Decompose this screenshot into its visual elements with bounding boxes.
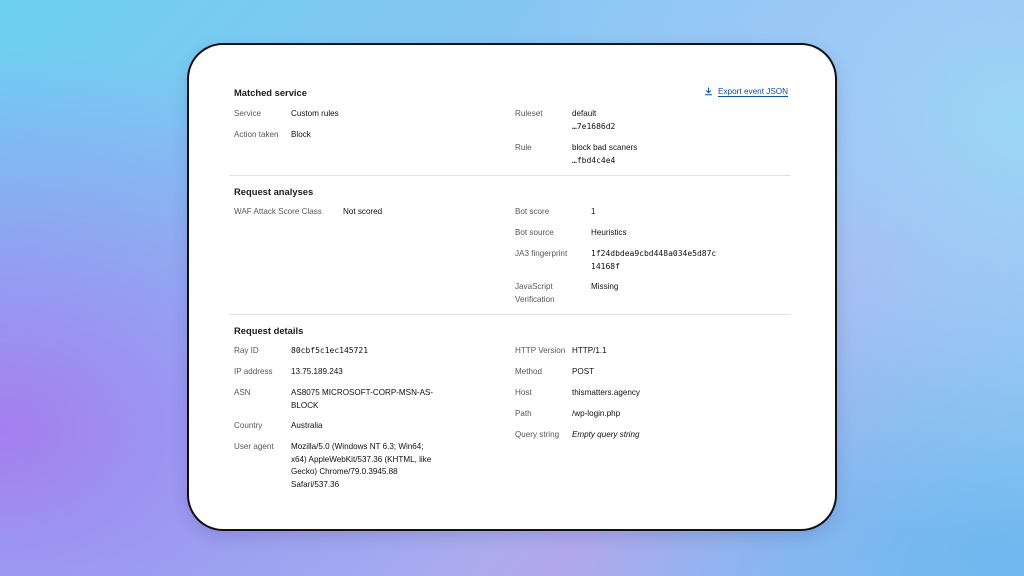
ray-id-label: Ray ID xyxy=(234,346,259,355)
path-value: /wp-login.php xyxy=(572,409,621,418)
country-label: Country xyxy=(234,421,263,430)
query-string-label: Query string xyxy=(515,430,560,439)
bot-score-value: 1 xyxy=(591,207,596,216)
ja3-fingerprint-value: 1f24dbdea9cbd448a034e5d87c14168f xyxy=(591,249,717,271)
service-value: Custom rules xyxy=(291,109,339,118)
javascript-verification-value: Missing xyxy=(591,282,619,291)
http-version-value: HTTP/1.1 xyxy=(572,346,607,355)
ip-address-value: 13.75.189.243 xyxy=(291,367,343,376)
path-label: Path xyxy=(515,409,532,418)
ray-id-value: 80cbf5c1ec145721 xyxy=(291,346,369,355)
ip-address-label: IP address xyxy=(234,367,273,376)
service-label: Service xyxy=(234,109,261,118)
waf-attack-score-label: WAF Attack Score Class xyxy=(234,207,322,216)
section-divider xyxy=(229,175,791,176)
user-agent-value: Mozilla/5.0 (Windows NT 6.3; Win64; x64)… xyxy=(291,442,432,489)
export-event-json-link[interactable]: Export event JSON xyxy=(704,87,788,96)
rule-label: Rule xyxy=(515,143,532,152)
http-version-label: HTTP Version xyxy=(515,346,566,355)
ruleset-id: …7e1686d2 xyxy=(572,122,616,131)
export-label: Export event JSON xyxy=(718,87,789,96)
ruleset-label: Ruleset xyxy=(515,109,543,118)
country-value: Australia xyxy=(291,421,323,430)
host-label: Host xyxy=(515,388,532,397)
javascript-verification-label: JavaScript Verification xyxy=(515,282,555,304)
host-value: thismatters.agency xyxy=(572,388,640,397)
bot-source-value: Heuristics xyxy=(591,228,627,237)
query-string-value: Empty query string xyxy=(572,430,640,439)
asn-value: AS8075 MICROSOFT-CORP-MSN-AS-BLOCK xyxy=(291,388,434,410)
method-value: POST xyxy=(572,367,595,376)
user-agent-label: User agent xyxy=(234,442,274,451)
bot-source-label: Bot source xyxy=(515,228,554,237)
waf-attack-score-value: Not scored xyxy=(343,207,383,216)
bot-score-label: Bot score xyxy=(515,207,550,216)
action-taken-value: Block xyxy=(291,130,311,139)
event-details-card: Matched service Export event JSON Servic… xyxy=(189,45,835,529)
request-details-heading: Request details xyxy=(234,325,304,336)
rule-value: block bad scaners xyxy=(572,143,638,152)
ja3-fingerprint-label: JA3 fingerprint xyxy=(515,249,568,258)
ruleset-value: default xyxy=(572,109,597,118)
action-taken-label: Action taken xyxy=(234,130,279,139)
asn-label: ASN xyxy=(234,388,251,397)
method-label: Method xyxy=(515,367,542,376)
matched-service-heading: Matched service xyxy=(234,87,307,98)
rule-id: …fbd4c4e4 xyxy=(572,156,616,165)
request-analyses-heading: Request analyses xyxy=(234,186,314,197)
download-icon xyxy=(704,87,713,96)
section-divider xyxy=(229,314,791,315)
